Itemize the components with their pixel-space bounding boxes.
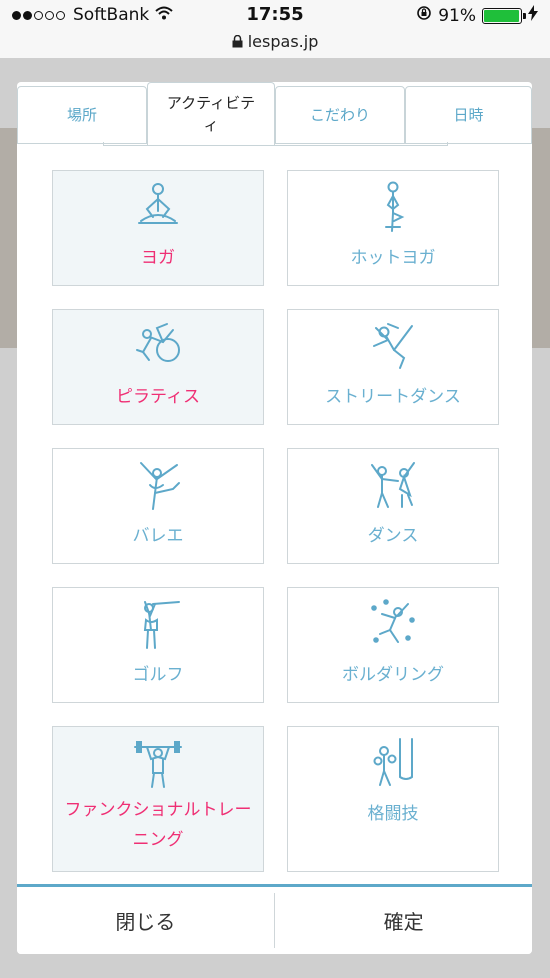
activity-label: ピラティス	[116, 387, 200, 407]
battery-fill	[484, 9, 519, 22]
activity-label: 格闘技	[367, 804, 419, 824]
filter-tabs: 場所 アクティビテ ィ こだわり 日時	[17, 82, 532, 146]
barbell-training-icon	[53, 737, 263, 789]
activity-label: ボルダリング	[342, 665, 444, 685]
activity-label: ゴルフ	[132, 665, 184, 685]
bouldering-icon	[288, 598, 498, 650]
golf-swing-icon	[53, 598, 263, 650]
battery-icon	[482, 7, 526, 24]
street-dance-icon	[288, 320, 498, 372]
url-text: lespas.jp	[247, 32, 319, 51]
activity-label: ダンス	[367, 526, 419, 546]
tab-underline	[103, 142, 448, 146]
lock-icon	[232, 32, 248, 51]
tab-activity[interactable]: アクティビテ ィ	[147, 82, 275, 146]
hot-yoga-tree-pose-icon	[288, 181, 498, 233]
close-button[interactable]: 閉じる	[17, 887, 274, 954]
activity-card-bouldering[interactable]: ボルダリング	[287, 587, 499, 703]
activity-card-yoga[interactable]: ヨガ	[52, 170, 264, 286]
tab-datetime[interactable]: 日時	[405, 86, 532, 144]
activity-card-golf[interactable]: ゴルフ	[52, 587, 264, 703]
activity-card-street-dance[interactable]: ストリートダンス	[287, 309, 499, 425]
tab-preferences[interactable]: こだわり	[275, 86, 405, 144]
pilates-ball-icon	[53, 320, 263, 372]
charging-bolt-icon	[528, 5, 538, 26]
activity-label: ストリートダンス	[325, 387, 461, 407]
status-bar: SoftBank 17:55 91%	[0, 0, 550, 32]
activity-card-pilates[interactable]: ピラティス	[52, 309, 264, 425]
activity-card-martial-arts[interactable]: 格闘技	[287, 726, 499, 872]
battery-percent: 91%	[438, 5, 476, 26]
activity-card-dance[interactable]: ダンス	[287, 448, 499, 564]
modal-footer: 閉じる 確定	[17, 884, 532, 954]
tab-location[interactable]: 場所	[17, 86, 147, 144]
activity-label: ファンクショナルトレーニング	[64, 800, 252, 850]
activity-label: バレエ	[132, 526, 184, 546]
battery-area: 91%	[416, 5, 538, 26]
browser-url-bar[interactable]: lespas.jp	[0, 32, 550, 58]
activity-card-functional-training[interactable]: ファンクショナルトレーニング	[52, 726, 264, 872]
activity-label: ヨガ	[141, 248, 175, 268]
boxing-bag-icon	[288, 737, 498, 789]
activity-card-ballet[interactable]: バレエ	[52, 448, 264, 564]
ballet-icon	[53, 459, 263, 511]
activity-card-hot-yoga[interactable]: ホットヨガ	[287, 170, 499, 286]
confirm-button[interactable]: 確定	[275, 887, 532, 954]
couple-dance-icon	[288, 459, 498, 511]
activity-label: ホットヨガ	[350, 248, 436, 268]
activity-filter-modal: 場所 アクティビテ ィ こだわり 日時 ヨガ ホットヨガ ピラティス ストリート…	[17, 82, 532, 954]
yoga-lotus-icon	[53, 181, 263, 233]
rotation-lock-icon	[416, 5, 432, 26]
